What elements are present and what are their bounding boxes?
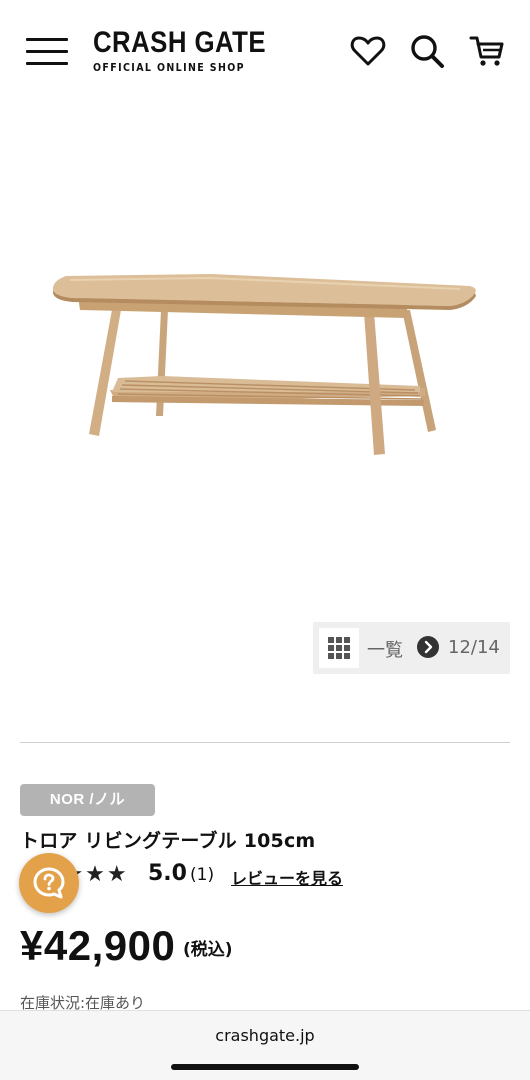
- gallery-list-label[interactable]: 一覧: [367, 636, 403, 662]
- heart-icon[interactable]: [349, 32, 387, 70]
- cart-icon[interactable]: [468, 32, 506, 70]
- menu-line: [26, 50, 68, 53]
- gallery-controls: 一覧 12/14: [313, 622, 510, 674]
- question-bubble-icon: [33, 867, 65, 899]
- rating-score: 5.0: [148, 861, 187, 886]
- url-text[interactable]: crashgate.jp: [0, 1026, 530, 1045]
- rating-row: ★★★★★ 5.0 (1) レビューを見る: [20, 860, 510, 892]
- product-price: ¥42,900: [20, 922, 176, 969]
- chat-help-button[interactable]: [19, 853, 79, 913]
- search-icon[interactable]: [408, 32, 446, 70]
- logo-sub-text: OFFICIAL ONLINE SHOP: [93, 61, 246, 74]
- menu-line: [26, 62, 68, 65]
- menu-line: [26, 38, 68, 41]
- product-title: トロア リビングテーブル 105cm: [20, 830, 316, 852]
- divider: [20, 742, 510, 743]
- logo-main-text: CRASH GATE: [93, 26, 266, 59]
- gallery-page-count: 12/14: [448, 637, 500, 658]
- browser-address-bar: crashgate.jp: [0, 1010, 530, 1080]
- grid-view-icon[interactable]: [319, 628, 359, 668]
- site-header: CRASH GATE OFFICIAL ONLINE SHOP: [0, 0, 530, 100]
- view-reviews-link[interactable]: レビューを見る: [231, 865, 343, 889]
- brand-tag[interactable]: NOR /ノル: [20, 784, 155, 816]
- chevron-right-icon[interactable]: [417, 636, 439, 658]
- rating-count: (1): [190, 865, 215, 885]
- hamburger-menu-icon[interactable]: [26, 36, 68, 68]
- home-indicator[interactable]: [171, 1064, 359, 1070]
- tax-label: (税込): [183, 940, 233, 960]
- site-logo[interactable]: CRASH GATE OFFICIAL ONLINE SHOP: [93, 26, 266, 78]
